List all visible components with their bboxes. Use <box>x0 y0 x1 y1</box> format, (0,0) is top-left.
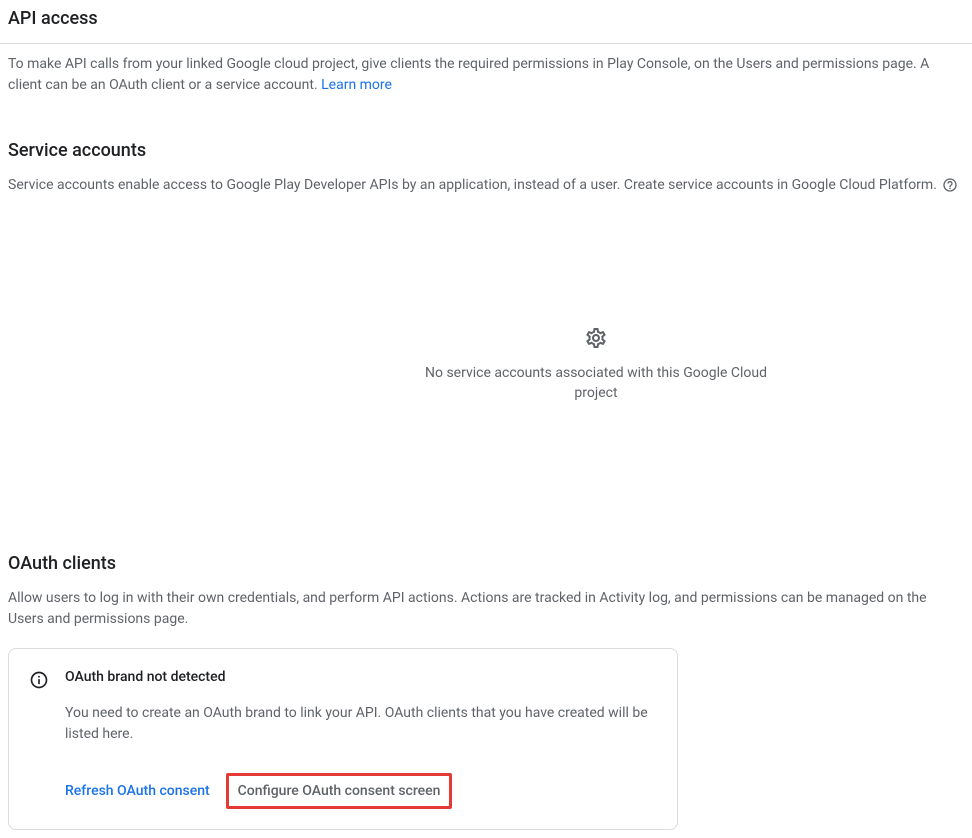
service-accounts-desc-text: Service accounts enable access to Google… <box>8 177 937 193</box>
divider <box>0 43 972 44</box>
empty-state-container: No service accounts associated with this… <box>8 326 964 403</box>
service-accounts-title: Service accounts <box>8 140 964 161</box>
gear-icon <box>584 326 608 350</box>
refresh-oauth-button[interactable]: Refresh OAuth consent <box>65 783 210 799</box>
oauth-clients-title: OAuth clients <box>8 553 964 574</box>
oauth-card-title: OAuth brand not detected <box>65 669 657 685</box>
oauth-clients-section: OAuth clients Allow users to log in with… <box>8 553 964 830</box>
empty-state-text: No service accounts associated with this… <box>418 364 774 403</box>
api-access-description: To make API calls from your linked Googl… <box>8 54 964 96</box>
oauth-brand-card: OAuth brand not detected You need to cre… <box>8 648 678 830</box>
api-access-desc-text: To make API calls from your linked Googl… <box>8 56 929 93</box>
api-access-title: API access <box>8 8 964 29</box>
help-icon[interactable] <box>942 177 958 193</box>
oauth-clients-description: Allow users to log in with their own cre… <box>8 588 964 630</box>
service-accounts-description: Service accounts enable access to Google… <box>8 177 958 193</box>
empty-state: No service accounts associated with this… <box>418 326 774 403</box>
info-icon <box>29 670 49 690</box>
learn-more-link[interactable]: Learn more <box>321 77 392 93</box>
configure-oauth-button[interactable]: Configure OAuth consent screen <box>226 773 453 809</box>
oauth-card-description: You need to create an OAuth brand to lin… <box>65 703 657 745</box>
card-content: OAuth brand not detected You need to cre… <box>65 669 657 809</box>
api-access-section: API access To make API calls from your l… <box>8 8 964 104</box>
service-accounts-section: Service accounts Service accounts enable… <box>8 140 964 403</box>
card-actions: Refresh OAuth consent Configure OAuth co… <box>65 773 657 809</box>
